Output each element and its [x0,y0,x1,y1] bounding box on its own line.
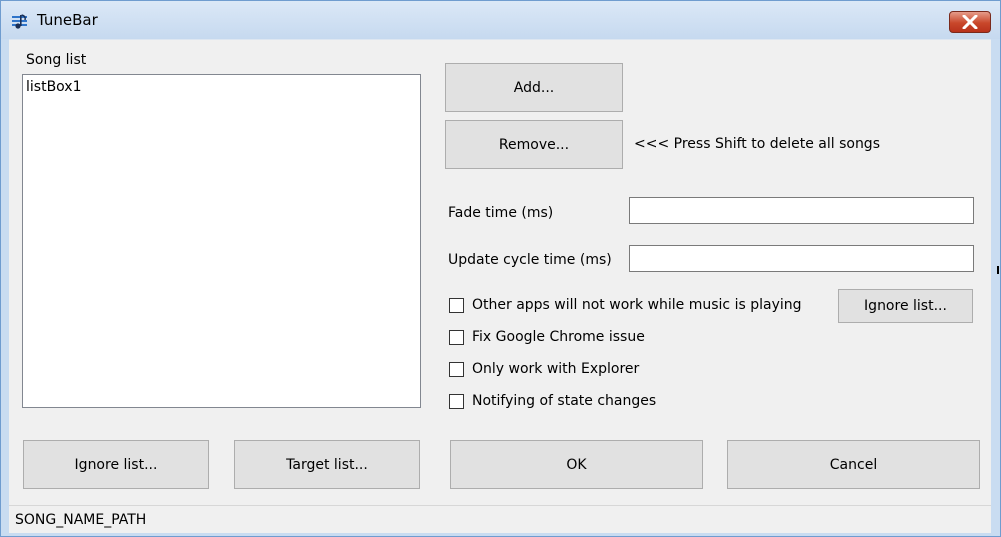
fix-chrome-checkbox[interactable] [449,330,464,345]
explorer-only-checkbox[interactable] [449,362,464,377]
ignore-list-button[interactable]: Ignore list... [23,440,209,489]
add-button[interactable]: Add... [445,63,623,112]
update-cycle-input[interactable] [629,245,974,272]
other-apps-checkbox[interactable] [449,298,464,313]
other-apps-label: Other apps will not work while music is … [472,297,802,313]
notify-state-checkbox[interactable] [449,394,464,409]
client-area: Song list listBox1 Add... Remove... <<< … [9,39,991,533]
resize-edge-mark [997,266,999,274]
fade-time-input[interactable] [629,197,974,224]
title-bar[interactable]: TuneBar [1,1,1000,39]
close-icon [962,15,978,29]
delete-all-hint: <<< Press Shift to delete all songs [634,136,880,152]
fix-chrome-label: Fix Google Chrome issue [472,329,645,345]
song-list-label: Song list [26,52,87,68]
close-button[interactable] [949,11,991,33]
cancel-button[interactable]: Cancel [727,440,980,489]
target-list-button[interactable]: Target list... [234,440,420,489]
music-note-icon [11,12,31,30]
notify-state-label: Notifying of state changes [472,393,657,409]
window-title: TuneBar [37,11,98,29]
song-list-box[interactable]: listBox1 [22,74,421,408]
list-item[interactable]: listBox1 [26,79,82,95]
status-text: SONG_NAME_PATH [15,512,147,528]
fade-time-label: Fade time (ms) [448,205,554,221]
update-cycle-label: Update cycle time (ms) [448,252,612,268]
status-bar: SONG_NAME_PATH [9,505,991,533]
explorer-only-label: Only work with Explorer [472,361,640,377]
remove-button[interactable]: Remove... [445,120,623,169]
ignore-list-side-button[interactable]: Ignore list... [838,289,973,323]
ok-button[interactable]: OK [450,440,703,489]
main-window: TuneBar Song list listBox1 Add... Remove… [0,0,1001,537]
